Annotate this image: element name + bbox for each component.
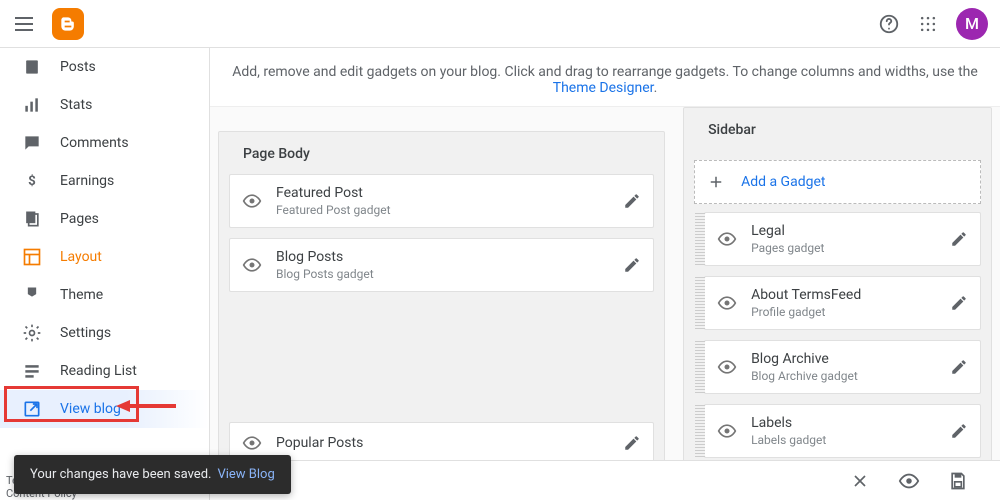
- gadget-legal[interactable]: LegalPages gadget: [704, 212, 981, 266]
- preview-icon[interactable]: [898, 470, 920, 492]
- save-icon[interactable]: [948, 471, 968, 491]
- visibility-icon[interactable]: [717, 357, 737, 377]
- drag-handle[interactable]: [695, 213, 705, 265]
- gadget-about-termsfeed[interactable]: About TermsFeedProfile gadget: [704, 276, 981, 330]
- bottom-action-bar: [210, 460, 1000, 500]
- visibility-icon[interactable]: [242, 433, 262, 453]
- layout-icon: [22, 247, 42, 267]
- apps-icon[interactable]: [918, 14, 938, 34]
- visibility-icon[interactable]: [242, 191, 262, 211]
- page-body-title: Page Body: [219, 132, 664, 174]
- visibility-icon[interactable]: [717, 229, 737, 249]
- sidebar-item-stats[interactable]: Stats: [0, 86, 209, 124]
- edit-icon[interactable]: [950, 358, 968, 376]
- gadget-blog-posts[interactable]: Blog PostsBlog Posts gadget: [229, 238, 654, 292]
- external-link-icon: [22, 399, 42, 419]
- help-icon[interactable]: [878, 13, 900, 35]
- edit-icon[interactable]: [950, 230, 968, 248]
- sidebar-item-posts[interactable]: Posts: [0, 48, 209, 86]
- help-text: Add, remove and edit gadgets on your blo…: [210, 48, 1000, 107]
- sidebar-column: Sidebar Add a Gadget LegalPages gadget: [683, 107, 992, 500]
- sidebar-column-title: Sidebar: [684, 108, 991, 150]
- visibility-icon[interactable]: [717, 293, 737, 313]
- gadget-labels[interactable]: LabelsLabels gadget: [704, 404, 981, 458]
- edit-icon[interactable]: [623, 192, 641, 210]
- reading-list-icon: [22, 361, 42, 381]
- sidebar-item-reading-list[interactable]: Reading List: [0, 352, 209, 390]
- plus-icon: [707, 173, 725, 191]
- comments-icon: [22, 133, 42, 153]
- page-body-column: Page Body Featured PostFeatured Post gad…: [218, 131, 665, 500]
- pages-icon: [22, 209, 42, 229]
- gadget-popular-posts[interactable]: Popular Posts: [229, 422, 654, 464]
- gadget-featured-post[interactable]: Featured PostFeatured Post gadget: [229, 174, 654, 228]
- sidebar-item-settings[interactable]: Settings: [0, 314, 209, 352]
- sidebar-item-earnings[interactable]: Earnings: [0, 162, 209, 200]
- discard-icon[interactable]: [850, 471, 870, 491]
- gadget-blog-archive[interactable]: Blog ArchiveBlog Archive gadget: [704, 340, 981, 394]
- toast-view-blog-link[interactable]: View Blog: [217, 467, 274, 482]
- add-gadget-button[interactable]: Add a Gadget: [694, 160, 981, 204]
- drag-handle[interactable]: [695, 277, 705, 329]
- settings-icon: [22, 323, 42, 343]
- visibility-icon[interactable]: [717, 421, 737, 441]
- toast-saved: Your changes have been saved. View Blog: [14, 455, 291, 494]
- theme-designer-link[interactable]: Theme Designer: [553, 80, 654, 96]
- theme-icon: [22, 285, 42, 305]
- edit-icon[interactable]: [950, 294, 968, 312]
- stats-icon: [22, 95, 42, 115]
- blogger-logo[interactable]: [52, 8, 84, 40]
- edit-icon[interactable]: [623, 434, 641, 452]
- hamburger-menu-icon[interactable]: [12, 12, 36, 36]
- sidebar-item-layout[interactable]: Layout: [0, 238, 209, 276]
- sidebar-item-view-blog[interactable]: View blog: [0, 390, 209, 428]
- edit-icon[interactable]: [623, 256, 641, 274]
- avatar[interactable]: M: [956, 8, 988, 40]
- sidebar-item-pages[interactable]: Pages: [0, 200, 209, 238]
- earnings-icon: [22, 171, 42, 191]
- sidebar-item-theme[interactable]: Theme: [0, 276, 209, 314]
- drag-handle[interactable]: [695, 405, 705, 457]
- visibility-icon[interactable]: [242, 255, 262, 275]
- posts-icon: [22, 57, 42, 77]
- edit-icon[interactable]: [950, 422, 968, 440]
- drag-handle[interactable]: [695, 341, 705, 393]
- sidebar-item-comments[interactable]: Comments: [0, 124, 209, 162]
